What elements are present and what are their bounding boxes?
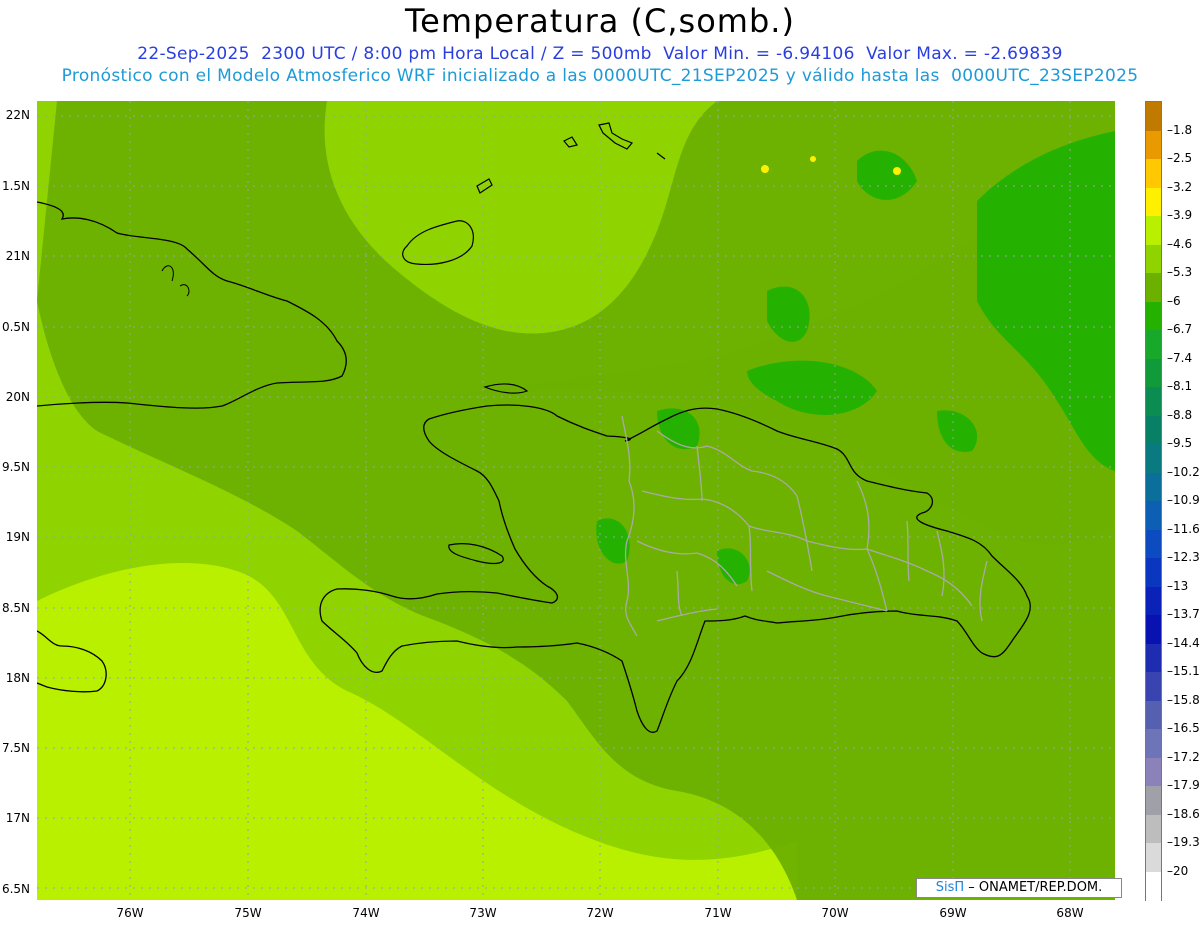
colorbar-label: –19.3: [1167, 835, 1200, 849]
lon-tick-label: 69W: [939, 906, 967, 920]
colorbar-swatch: [1146, 415, 1161, 445]
colorbar-label: –13: [1167, 578, 1189, 593]
lon-tick-label: 70W: [821, 906, 849, 920]
lat-tick-label: 1.5N: [1, 179, 30, 193]
colorbar-swatch: [1146, 330, 1161, 359]
colorbar-swatch: [1146, 472, 1161, 502]
colorbar-label: –13.7: [1167, 607, 1200, 621]
lat-tick-label: 9.5N: [1, 460, 30, 474]
colorbar-swatch: [1146, 615, 1161, 644]
colorbar-label: –9.5: [1167, 436, 1193, 450]
colorbar-label: –20: [1167, 863, 1189, 878]
colorbar-swatch: [1146, 814, 1161, 844]
map-title: Temperatura (C,somb.): [405, 2, 795, 40]
colorbar-label: –15.8: [1167, 692, 1200, 707]
colorbar-label: –4.6: [1167, 236, 1193, 251]
credit-box: SisΠ – ONAMET/REP.DOM.: [916, 878, 1122, 898]
colorbar-label: –7.4: [1167, 350, 1193, 365]
lon-tick-label: 73W: [469, 906, 497, 920]
colorbar-swatch: [1146, 871, 1161, 901]
colorbar-label: –6: [1167, 293, 1181, 308]
lat-tick-label: 21N: [5, 249, 30, 263]
lon-tick-label: 71W: [704, 906, 732, 920]
subtitle-valid-time: 22-Sep-2025 2300 UTC / 8:00 pm Hora Loca…: [137, 44, 1063, 64]
colorbar-label: –11.6: [1167, 521, 1200, 536]
colorbar-label: –17.2: [1167, 749, 1200, 764]
colorbar-swatch: [1146, 187, 1161, 217]
colorbar-swatch: [1146, 700, 1161, 730]
lon-tick-label: 68W: [1056, 906, 1084, 920]
colorbar-swatch: [1146, 159, 1161, 188]
colorbar-swatch: [1146, 102, 1161, 131]
colorbar-label: –8.1: [1167, 379, 1193, 393]
colorbar-label: –2.5: [1167, 151, 1193, 165]
colorbar-swatch: [1146, 216, 1161, 245]
colorbar-label: –3.2: [1167, 179, 1193, 194]
colorbar-label: –17.9: [1167, 778, 1200, 792]
subtitle-model-run: Pronóstico con el Modelo Atmosferico WRF…: [61, 66, 1139, 86]
colorbar-label: –1.8: [1167, 122, 1193, 137]
lat-tick-label: 6.5N: [1, 882, 30, 896]
lat-tick-label: 19N: [5, 530, 30, 544]
colorbar-label: –16.5: [1167, 721, 1200, 735]
temperature-field-warm-spot: [761, 165, 769, 173]
colorbar-swatch: [1146, 301, 1161, 331]
lat-tick-label: 8.5N: [1, 601, 30, 615]
colorbar-swatch: [1146, 843, 1161, 872]
map-panel: [37, 101, 1115, 900]
colorbar-swatch: [1146, 529, 1161, 559]
lat-tick-label: 7.5N: [1, 741, 30, 755]
lon-tick-label: 76W: [116, 906, 144, 920]
colorbar-swatch: [1146, 586, 1161, 616]
colorbar: [1145, 101, 1162, 901]
colorbar-swatch: [1146, 387, 1161, 416]
colorbar-swatch: [1146, 786, 1161, 815]
temperature-field-warm-spot: [893, 167, 901, 175]
colorbar-label: –18.6: [1167, 806, 1200, 821]
credit-brand: SisΠ: [935, 880, 965, 895]
lat-tick-label: 0.5N: [1, 320, 30, 334]
colorbar-label: –3.9: [1167, 208, 1193, 222]
colorbar-swatch: [1146, 444, 1161, 473]
colorbar-swatch: [1146, 672, 1161, 701]
temperature-field-warm-spot: [810, 156, 816, 162]
lat-tick-label: 22N: [5, 108, 30, 122]
lat-tick-label: 18N: [5, 671, 30, 685]
credit-org: – ONAMET/REP.DOM.: [964, 880, 1103, 895]
colorbar-label: –15.1: [1167, 664, 1200, 678]
colorbar-label: –5.3: [1167, 265, 1193, 279]
colorbar-label: –12.3: [1167, 550, 1200, 564]
colorbar-swatch: [1146, 358, 1161, 388]
lon-tick-label: 75W: [234, 906, 262, 920]
colorbar-label: –14.4: [1167, 635, 1200, 650]
colorbar-swatch: [1146, 501, 1161, 530]
colorbar-swatch: [1146, 273, 1161, 302]
colorbar-label: –10.2: [1167, 464, 1200, 479]
lon-tick-label: 74W: [352, 906, 380, 920]
colorbar-label: –10.9: [1167, 493, 1200, 507]
lat-tick-label: 20N: [5, 390, 30, 404]
colorbar-swatch: [1146, 643, 1161, 673]
colorbar-swatch: [1146, 558, 1161, 587]
colorbar-label: –6.7: [1167, 322, 1193, 336]
colorbar-swatch: [1146, 244, 1161, 274]
colorbar-label: –8.8: [1167, 407, 1193, 422]
colorbar-swatch: [1146, 130, 1161, 160]
lat-tick-label: 17N: [5, 811, 30, 825]
colorbar-swatch: [1146, 757, 1161, 787]
colorbar-swatch: [1146, 729, 1161, 758]
lon-tick-label: 72W: [586, 906, 614, 920]
